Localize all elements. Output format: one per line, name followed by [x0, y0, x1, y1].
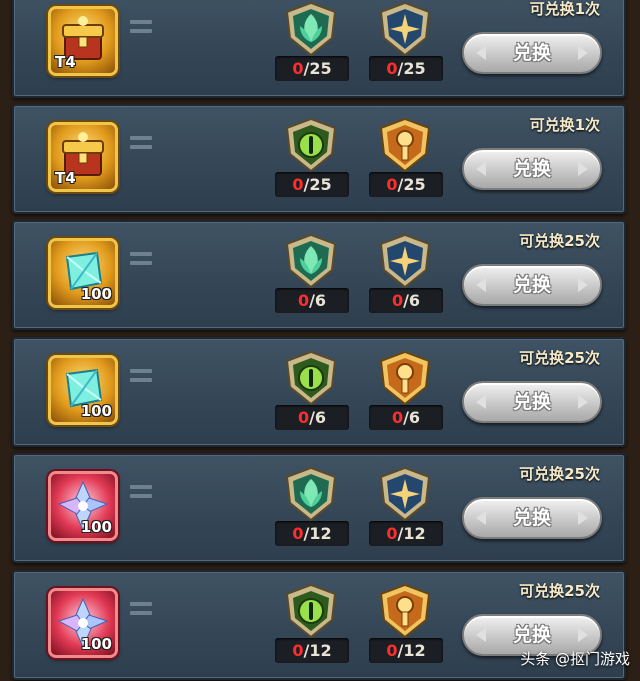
- item-badge: 100: [80, 285, 112, 303]
- eye-emblem-icon: [285, 117, 337, 173]
- equals-icon: [130, 485, 152, 499]
- watermark-text: 头条 @抠门游戏: [520, 650, 630, 668]
- exchange-button[interactable]: 兑换: [462, 497, 602, 539]
- t4-chest-icon[interactable]: T4: [48, 6, 118, 76]
- exchange-row: T4 0/25 0/25 可兑换1次 兑换: [12, 104, 626, 214]
- flower-shard-item-icon[interactable]: 100: [48, 471, 118, 541]
- item-badge: T4: [55, 169, 76, 187]
- flower-shard-item-icon[interactable]: 100: [48, 588, 118, 658]
- crystal-item-icon[interactable]: 100: [48, 238, 118, 308]
- equals-icon: [130, 252, 152, 266]
- requirement-count: 0/25: [369, 56, 443, 81]
- requirement-count: 0/12: [275, 638, 349, 663]
- requirement-count: 0/25: [275, 172, 349, 197]
- requirement-count: 0/25: [369, 172, 443, 197]
- requirement-count: 0/6: [369, 288, 443, 313]
- requirement-count: 0/12: [275, 521, 349, 546]
- exchange-button[interactable]: 兑换: [462, 148, 602, 190]
- requirement-count: 0/6: [275, 405, 349, 430]
- exchange-limit-label: 可兑换25次: [519, 232, 600, 250]
- item-badge: 100: [80, 402, 112, 420]
- exchange-row: 100 0/12 0/12 可兑换25次 兑换: [12, 453, 626, 563]
- equals-icon: [130, 369, 152, 383]
- equals-icon: [130, 602, 152, 616]
- exchange-row: T4 0/25 0/25 可兑换1次 兑换: [12, 0, 626, 98]
- star-emblem-icon: [379, 1, 431, 57]
- requirement-count: 0/6: [275, 288, 349, 313]
- requirement-count: 0/12: [369, 638, 443, 663]
- star-emblem-icon: [379, 466, 431, 522]
- eye-emblem-icon: [285, 350, 337, 406]
- exchange-row: 100 0/6 0/6 可兑换25次 兑换: [12, 220, 626, 330]
- requirement-count: 0/25: [275, 56, 349, 81]
- leaf-emblem-icon: [285, 1, 337, 57]
- t4-chest-icon[interactable]: T4: [48, 122, 118, 192]
- star-emblem-icon: [379, 233, 431, 289]
- item-badge: 100: [80, 635, 112, 653]
- exchange-list: T4 0/25 0/25 可兑换1次 兑换 T4 0/25 0/25 可兑换1次…: [0, 0, 640, 681]
- exchange-limit-label: 可兑换25次: [519, 465, 600, 483]
- leaf-emblem-icon: [285, 233, 337, 289]
- key-emblem-icon: [379, 583, 431, 639]
- requirement-count: 0/12: [369, 521, 443, 546]
- equals-icon: [130, 20, 152, 34]
- item-badge: T4: [55, 53, 76, 71]
- equals-icon: [130, 136, 152, 150]
- crystal-item-icon[interactable]: 100: [48, 355, 118, 425]
- exchange-limit-label: 可兑换1次: [529, 0, 600, 18]
- exchange-limit-label: 可兑换1次: [529, 116, 600, 134]
- exchange-row: 100 0/6 0/6 可兑换25次 兑换: [12, 337, 626, 447]
- requirement-count: 0/6: [369, 405, 443, 430]
- exchange-button[interactable]: 兑换: [462, 381, 602, 423]
- item-badge: 100: [80, 518, 112, 536]
- exchange-button[interactable]: 兑换: [462, 264, 602, 306]
- exchange-button[interactable]: 兑换: [462, 32, 602, 74]
- exchange-limit-label: 可兑换25次: [519, 349, 600, 367]
- key-emblem-icon: [379, 350, 431, 406]
- eye-emblem-icon: [285, 583, 337, 639]
- exchange-limit-label: 可兑换25次: [519, 582, 600, 600]
- key-emblem-icon: [379, 117, 431, 173]
- leaf-emblem-icon: [285, 466, 337, 522]
